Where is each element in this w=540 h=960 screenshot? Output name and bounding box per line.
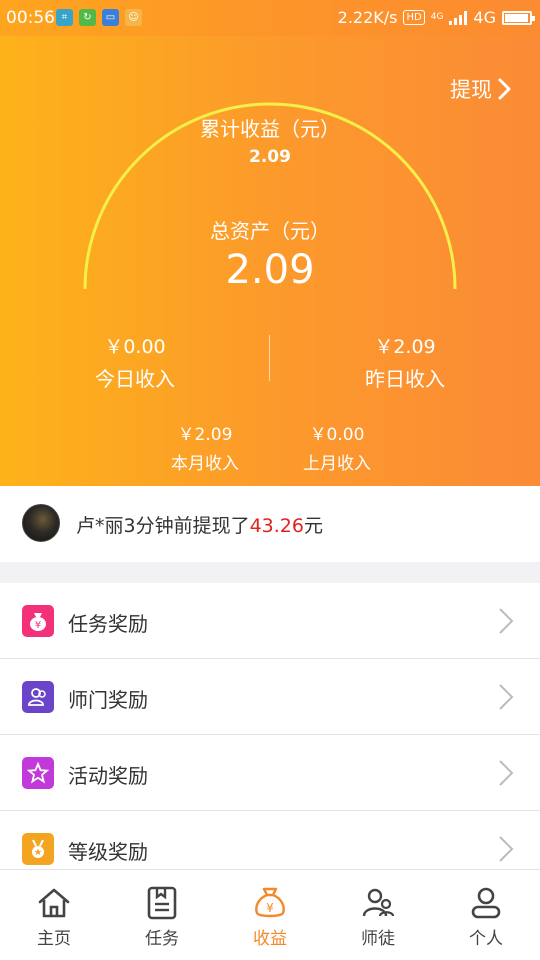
notification-icons: ⌗ ↻ ▭ ☺ bbox=[56, 9, 142, 26]
menu-item-task-reward[interactable]: ¥ 任务奖励 bbox=[0, 583, 540, 659]
notice-text: 卢*丽3分钟前提现了43.26元 bbox=[76, 511, 323, 538]
signal-icon bbox=[449, 10, 468, 25]
notice-prefix: 卢*丽3分钟前提现了 bbox=[76, 515, 250, 537]
tab-label: 主页 bbox=[37, 929, 71, 949]
medal-icon bbox=[22, 833, 54, 865]
chevron-right-icon bbox=[499, 684, 514, 710]
today-income-label: 今日收入 bbox=[95, 367, 175, 391]
sync-notification-icon: ↻ bbox=[79, 9, 96, 26]
stats-divider bbox=[269, 335, 270, 381]
yesterday-income-value: ￥2.09 bbox=[374, 336, 436, 358]
status-bar: 00:56 ⌗ ↻ ▭ ☺ 2.22K/s HD 4G 4G bbox=[0, 0, 540, 36]
home-icon bbox=[38, 888, 70, 918]
hd-icon: HD bbox=[403, 10, 425, 25]
total-assets-label: 总资产（元） bbox=[210, 219, 330, 243]
reward-menu: ¥ 任务奖励 师门奖励 活动奖励 等级奖励 bbox=[0, 583, 540, 887]
status-time: 00:56 bbox=[6, 8, 55, 28]
network-speed: 2.22K/s bbox=[337, 8, 398, 27]
withdraw-button[interactable]: 提现 bbox=[450, 74, 512, 104]
menu-item-activity-reward[interactable]: 活动奖励 bbox=[0, 735, 540, 811]
notice-unit: 元 bbox=[304, 515, 324, 537]
menu-item-label: 师门奖励 bbox=[68, 688, 148, 712]
task-icon bbox=[147, 886, 177, 920]
tab-profile[interactable]: 个人 bbox=[432, 870, 540, 960]
last-month-income-value: ￥0.00 bbox=[309, 425, 365, 445]
tab-label: 师徒 bbox=[361, 929, 395, 949]
svg-text:¥: ¥ bbox=[266, 901, 274, 915]
withdraw-label: 提现 bbox=[450, 78, 492, 102]
tab-home[interactable]: 主页 bbox=[0, 870, 108, 960]
tab-task[interactable]: 任务 bbox=[108, 870, 216, 960]
menu-item-mentor-reward[interactable]: 师门奖励 bbox=[0, 659, 540, 735]
last-month-income: ￥0.00 上月收入 bbox=[287, 420, 387, 474]
withdraw-notice: 卢*丽3分钟前提现了43.26元 bbox=[0, 486, 540, 562]
tab-earnings[interactable]: ¥ 收益 bbox=[216, 870, 324, 960]
data-activity-icon: 4G bbox=[430, 12, 444, 22]
battery-icon bbox=[502, 10, 535, 25]
network-type: 4G bbox=[473, 8, 496, 27]
tab-mentor[interactable]: 师徒 bbox=[324, 870, 432, 960]
this-month-income: ￥2.09 本月收入 bbox=[155, 420, 255, 474]
menu-item-label: 等级奖励 bbox=[68, 840, 148, 864]
chevron-right-icon bbox=[499, 608, 514, 634]
yesterday-income-label: 昨日收入 bbox=[365, 367, 445, 391]
tab-label: 个人 bbox=[469, 929, 503, 949]
bottom-nav: 主页 任务 ¥ 收益 师徒 个人 bbox=[0, 869, 540, 960]
cumulative-earnings-label: 累计收益（元） bbox=[200, 117, 340, 141]
menu-item-label: 任务奖励 bbox=[68, 612, 148, 636]
tab-label: 任务 bbox=[145, 929, 179, 949]
notice-amount: 43.26 bbox=[249, 515, 304, 537]
message-notification-icon: ▭ bbox=[102, 9, 119, 26]
total-assets-value: 2.09 bbox=[225, 247, 315, 293]
earnings-page: 00:56 ⌗ ↻ ▭ ☺ 2.22K/s HD 4G 4G 提现 累计收益（元… bbox=[0, 0, 540, 960]
status-indicators: 2.22K/s HD 4G 4G bbox=[337, 8, 535, 27]
chevron-right-icon bbox=[499, 836, 514, 862]
last-month-income-label: 上月收入 bbox=[303, 454, 371, 474]
cumulative-earnings-value: 2.09 bbox=[249, 147, 291, 167]
money-bag-icon: ¥ bbox=[22, 605, 54, 637]
earnings-header: 00:56 ⌗ ↻ ▭ ☺ 2.22K/s HD 4G 4G 提现 累计收益（元… bbox=[0, 0, 540, 486]
tab-label: 收益 bbox=[253, 929, 287, 949]
earnings-icon: ¥ bbox=[255, 887, 285, 918]
mentor-icon bbox=[362, 888, 395, 917]
group-icon bbox=[22, 681, 54, 713]
this-month-income-value: ￥2.09 bbox=[177, 425, 233, 445]
chevron-right-icon bbox=[498, 78, 511, 100]
yesterday-income: ￥2.09 昨日收入 bbox=[330, 332, 480, 392]
svg-text:¥: ¥ bbox=[35, 620, 41, 631]
today-income: ￥0.00 今日收入 bbox=[60, 332, 210, 392]
today-income-value: ￥0.00 bbox=[104, 336, 166, 358]
this-month-income-label: 本月收入 bbox=[171, 454, 239, 474]
cat-notification-icon: ☺ bbox=[125, 9, 142, 26]
scan-notification-icon: ⌗ bbox=[56, 9, 73, 26]
chevron-right-icon bbox=[499, 760, 514, 786]
avatar bbox=[22, 504, 60, 542]
menu-item-label: 活动奖励 bbox=[68, 764, 148, 788]
person-icon bbox=[471, 887, 501, 919]
star-icon bbox=[22, 757, 54, 789]
